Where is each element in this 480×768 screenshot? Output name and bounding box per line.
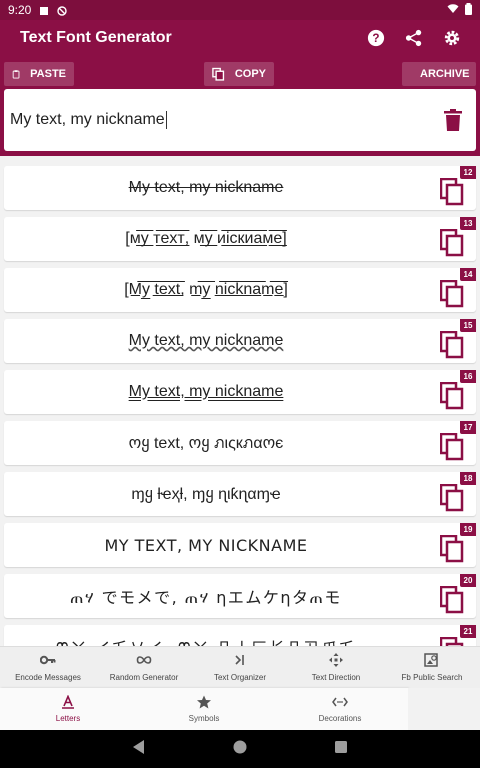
paste-button[interactable]: PASTE [4,62,74,86]
copy-button[interactable]: COPY [204,62,274,86]
system-nav-bar [0,730,480,768]
style-number-badge: 17 [460,421,476,434]
arrows-icon [329,653,343,667]
style-row[interactable]: My text, my nickname 15 [4,319,476,363]
copy-icon[interactable] [440,586,464,614]
tab-symbols[interactable]: Symbols [136,688,272,730]
wifi-icon [447,3,459,17]
nav-encode-messages[interactable]: Encode Messages [0,647,96,688]
back-icon[interactable] [133,739,145,759]
nav-label: Text Organizer [213,673,267,682]
text-cursor [165,110,167,129]
nav-spacer [408,688,480,730]
help-icon[interactable]: ? [366,28,386,48]
status-bar: 9:20 [0,0,480,20]
style-number-badge: 14 [460,268,476,281]
svg-text:?: ? [372,32,379,45]
text-input-card: My text, my nickname [4,89,476,151]
nav-label: Text Direction [311,673,361,682]
style-number-badge: 16 [460,370,476,383]
styled-text: ᙏㄚ イ乇乂イ, ᙏㄚ 几丨匚长几卂爪乇 [4,625,408,646]
bottom-nav: Letters Symbols Decorations [0,688,408,730]
paste-label: PASTE [30,68,66,80]
nav-label: Encode Messages [15,673,81,682]
style-number-badge: 21 [460,625,476,638]
style-number-badge: 20 [460,574,476,587]
tab-label: Decorations [318,714,362,723]
styled-text: My text, my nickname [128,332,284,349]
style-number-badge: 15 [460,319,476,332]
letter-a-icon [62,695,74,709]
tab-label: Letters [55,714,81,723]
style-row[interactable]: ጠሃ でモメで, ጠሃ ηエムケηタጠモ 20 [4,574,476,618]
style-number-badge: 12 [460,166,476,179]
styled-text-list[interactable]: My text, my nickname 12 [м̲̅у̲̅ т̲̅е̲̅х̲… [0,160,480,646]
nav-text-organizer[interactable]: Text Organizer [192,647,288,688]
style-row[interactable]: My text, my nickname 16 [4,370,476,414]
copy-icon[interactable] [440,229,464,257]
style-row[interactable]: ᙏㄚ イ乇乂イ, ᙏㄚ 几丨匚长几卂爪乇 21 [4,625,476,646]
archive-button[interactable]: ARCHIVE [402,62,476,86]
copy-icon[interactable] [440,637,464,646]
blocked-icon [57,5,68,16]
text-input-value: My text, my nickname [10,111,165,129]
styled-text: ጠሃ でモメで, ጠሃ ηエムケηタጠモ [70,588,342,607]
app-title: Text Font Generator [20,29,172,46]
tab-decorations[interactable]: Decorations [272,688,408,730]
style-number-badge: 18 [460,472,476,485]
styled-text: [M̲̅y̲̅ t̲̅e̲̅x̲̅t̲̅, m̲̅y̲̅ n̲̅i̲̅c̲̅k̲… [124,281,288,298]
style-row[interactable]: ოყ tеxt, ოყ ภιςкภαოє 17 [4,421,476,465]
home-icon[interactable] [233,740,247,759]
infinity-icon [136,656,152,664]
styled-text: ɱყ ƚҽҳƚ, ɱყ ɳιƙɳαɱҽ [131,486,281,503]
recents-icon[interactable] [335,740,347,758]
share-icon[interactable] [404,28,424,48]
archive-label: ARCHIVE [420,68,470,80]
tab-label: Symbols [188,714,220,723]
style-row[interactable]: MY TEXT, MY NICKNAME 19 [4,523,476,567]
status-time: 9:20 [8,3,32,17]
tools-nav: Encode Messages Random Generator Text Or… [0,646,480,688]
notification-icon [39,5,49,15]
nav-random-generator[interactable]: Random Generator [96,647,192,688]
nav-label: Fb Public Search [401,673,463,682]
nav-label: Random Generator [109,673,179,682]
nav-fb-public-search[interactable]: Fb Public Search [384,647,480,688]
style-number-badge: 13 [460,217,476,230]
style-row[interactable]: My text, my nickname 12 [4,166,476,210]
style-row[interactable]: [M̲̅y̲̅ t̲̅e̲̅x̲̅t̲̅, m̲̅y̲̅ n̲̅i̲̅c̲̅k̲… [4,268,476,312]
app-bar: Text Font Generator ? [0,20,480,56]
tab-letters[interactable]: Letters [0,688,136,730]
style-number-badge: 19 [460,523,476,536]
code-dots-icon [332,697,348,707]
copy-icon[interactable] [440,178,464,206]
key-icon [40,655,56,665]
styled-text: My text, my nickname [128,383,284,400]
styled-text: My text, my nickname [128,179,284,196]
star-icon [197,695,211,709]
copy-icon[interactable] [440,535,464,563]
delete-icon[interactable] [444,109,462,131]
style-row[interactable]: ɱყ ƚҽҳƚ, ɱყ ɳιƙɳαɱҽ 18 [4,472,476,516]
style-row[interactable]: [м̲̅у̲̅ т̲̅е̲̅х̲̅т̲̅, м̲̅у̲̅ и̲̅і̲̅с̲̅к̲… [4,217,476,261]
styled-text: ოყ tеxt, ოყ ภιςкภαოє [128,434,284,452]
copy-icon[interactable] [440,280,464,308]
image-search-icon [424,653,438,667]
copy-icon[interactable] [440,433,464,461]
clipboard-icon [12,70,20,79]
styled-text: [м̲̅у̲̅ т̲̅е̲̅х̲̅т̲̅, м̲̅у̲̅ и̲̅і̲̅с̲̅к̲… [125,230,287,247]
styled-text: MY TEXT, MY NICKNAME [104,535,308,555]
copy-icon [212,67,225,81]
copy-icon[interactable] [440,484,464,512]
text-input[interactable]: My text, my nickname [10,110,167,129]
copy-icon[interactable] [440,382,464,410]
settings-icon[interactable] [442,28,462,48]
copy-label: COPY [234,68,266,80]
cursor-icon [235,655,244,665]
battery-icon [465,2,472,18]
copy-icon[interactable] [440,331,464,359]
nav-text-direction[interactable]: Text Direction [288,647,384,688]
